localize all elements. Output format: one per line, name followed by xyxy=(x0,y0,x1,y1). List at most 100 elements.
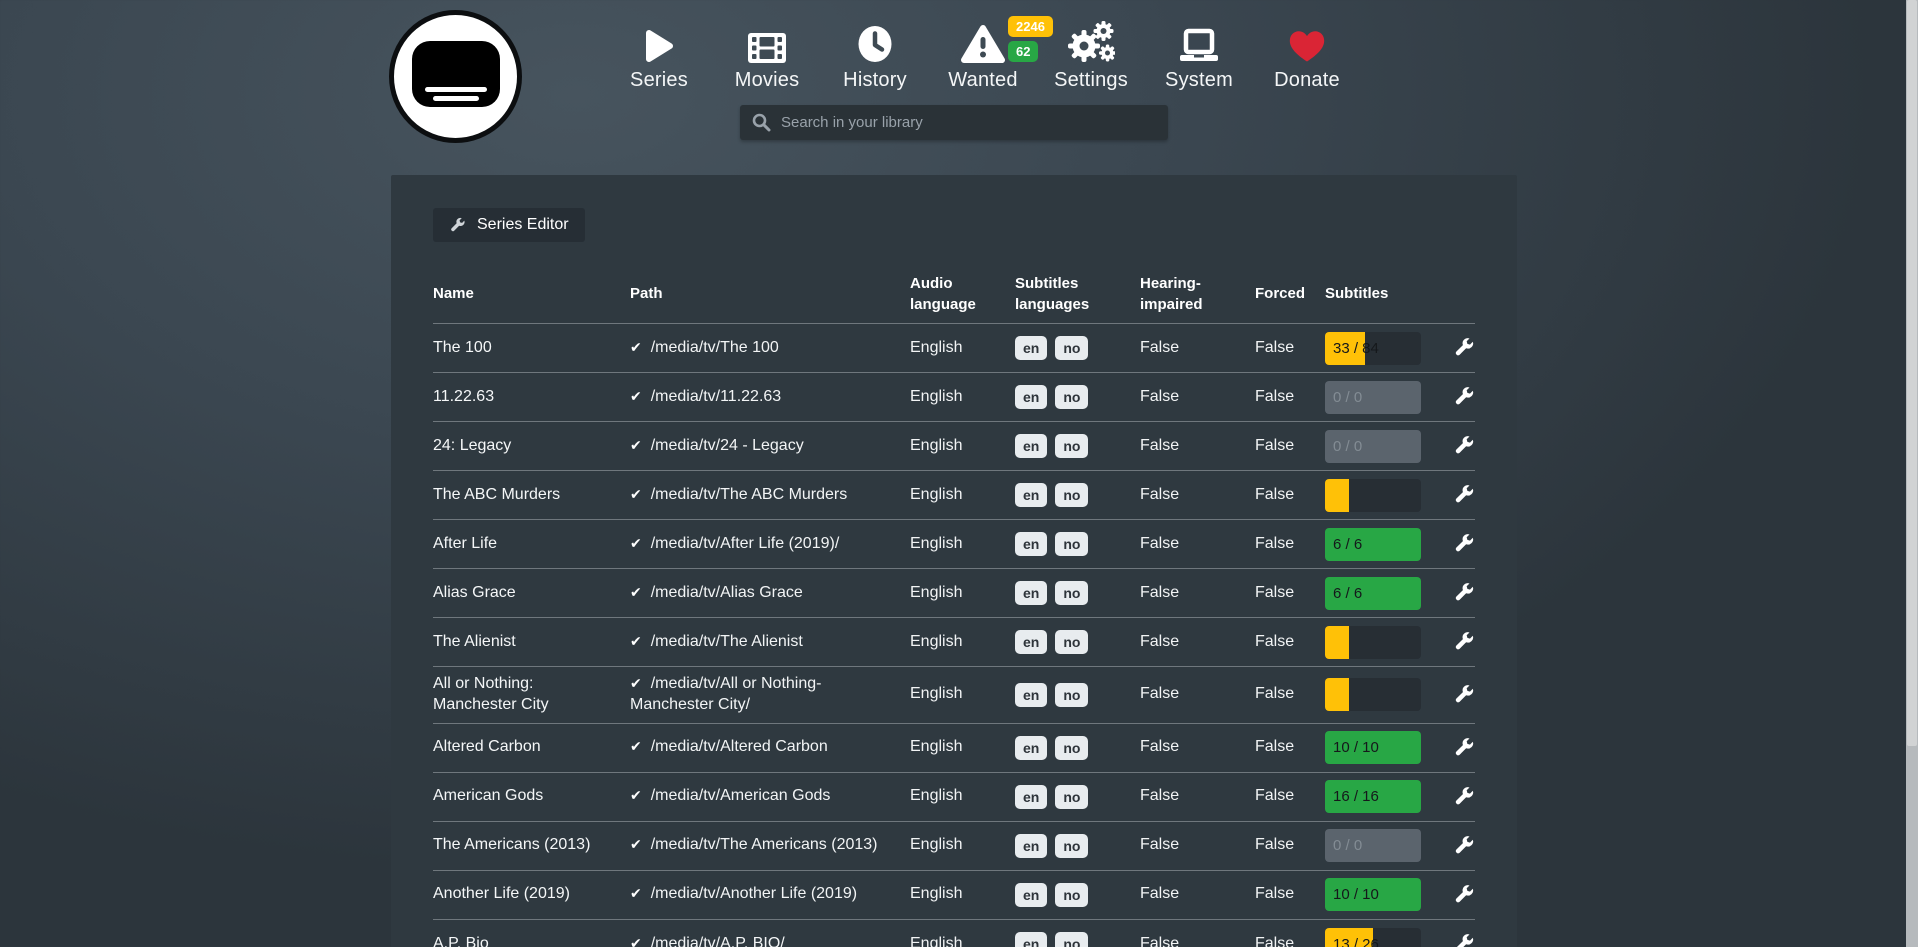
series-table: Name Path Audio language Subtitles langu… xyxy=(433,266,1475,947)
forced-value: False xyxy=(1255,429,1325,464)
row-wrench-button[interactable] xyxy=(1453,435,1475,457)
hearing-impaired-value: False xyxy=(1140,380,1255,415)
forced-value: False xyxy=(1255,927,1325,947)
progress-label: 13 / 26 xyxy=(1333,928,1421,947)
wrench-icon xyxy=(1453,533,1475,555)
series-name[interactable]: The ABC Murders xyxy=(433,478,630,513)
row-wrench-button[interactable] xyxy=(1453,737,1475,759)
hearing-impaired-value: False xyxy=(1140,429,1255,464)
hearing-impaired-value: False xyxy=(1140,478,1255,513)
series-name[interactable]: A.P. Bio xyxy=(433,927,630,947)
audio-language: English xyxy=(910,779,1015,814)
row-wrench-button[interactable] xyxy=(1453,835,1475,857)
audio-language: English xyxy=(910,677,1015,712)
series-name[interactable]: All or Nothing: Manchester City xyxy=(433,667,630,723)
check-icon: ✔ xyxy=(630,885,642,901)
check-icon: ✔ xyxy=(630,339,642,355)
subtitle-languages: enno xyxy=(1015,827,1140,865)
subtitle-languages: enno xyxy=(1015,925,1140,947)
row-wrench-button[interactable] xyxy=(1453,533,1475,555)
wrench-icon xyxy=(449,217,466,234)
laptop-icon xyxy=(1150,16,1248,64)
series-editor-button[interactable]: Series Editor xyxy=(433,208,585,242)
subtitle-language-badge: no xyxy=(1055,785,1088,809)
hearing-impaired-value: False xyxy=(1140,927,1255,947)
table-row: The Alienist ✔/media/tv/The Alienist Eng… xyxy=(433,618,1475,667)
table-row: 11.22.63 ✔/media/tv/11.22.63 English enn… xyxy=(433,373,1475,422)
series-name[interactable]: The 100 xyxy=(433,331,630,366)
column-header-path: Path xyxy=(630,284,910,304)
series-name[interactable]: American Gods xyxy=(433,779,630,814)
check-icon: ✔ xyxy=(630,535,642,551)
check-icon: ✔ xyxy=(630,388,642,404)
subtitles-progress-bar: 13 / 26 xyxy=(1325,928,1421,947)
hearing-impaired-value: False xyxy=(1140,576,1255,611)
subtitle-languages: enno xyxy=(1015,876,1140,914)
subtitles-progress-bar xyxy=(1325,678,1421,711)
row-wrench-button[interactable] xyxy=(1453,484,1475,506)
series-name[interactable]: After Life xyxy=(433,527,630,562)
audio-language: English xyxy=(910,478,1015,513)
series-name[interactable]: Another Life (2019) xyxy=(433,877,630,912)
subtitle-language-badge: no xyxy=(1055,581,1088,605)
wrench-icon xyxy=(1453,337,1475,359)
wrench-icon xyxy=(1453,386,1475,408)
series-name[interactable]: 24: Legacy xyxy=(433,429,630,464)
nav-item-system[interactable]: System xyxy=(1150,16,1248,92)
forced-value: False xyxy=(1255,576,1325,611)
check-icon: ✔ xyxy=(630,584,642,600)
series-name[interactable]: Altered Carbon xyxy=(433,730,630,765)
nav-item-movies[interactable]: Movies xyxy=(718,16,816,92)
forced-value: False xyxy=(1255,478,1325,513)
wanted-count-badge: 62 xyxy=(1008,41,1038,62)
row-wrench-button[interactable] xyxy=(1453,631,1475,653)
row-wrench-button[interactable] xyxy=(1453,933,1475,947)
subtitles-progress-bar: 10 / 10 xyxy=(1325,731,1421,764)
series-path: ✔/media/tv/Altered Carbon xyxy=(630,730,910,765)
subtitle-language-badge: no xyxy=(1055,385,1088,409)
nav-item-donate[interactable]: Donate xyxy=(1258,16,1356,92)
subtitles-progress-bar: 6 / 6 xyxy=(1325,528,1421,561)
series-name[interactable]: 11.22.63 xyxy=(433,380,630,415)
progress-label: 33 / 84 xyxy=(1333,332,1421,365)
search-input[interactable] xyxy=(781,114,1156,131)
series-name[interactable]: The Alienist xyxy=(433,625,630,660)
bazarr-logo[interactable] xyxy=(389,10,522,143)
subtitle-languages: enno xyxy=(1015,574,1140,612)
series-path: ✔/media/tv/American Gods xyxy=(630,779,910,814)
scrollbar-thumb[interactable] xyxy=(1907,0,1917,746)
nav-item-history[interactable]: History xyxy=(826,16,924,92)
hearing-impaired-value: False xyxy=(1140,877,1255,912)
wrench-icon xyxy=(1453,684,1475,706)
subtitle-languages: enno xyxy=(1015,476,1140,514)
row-wrench-button[interactable] xyxy=(1453,684,1475,706)
row-wrench-button[interactable] xyxy=(1453,884,1475,906)
nav-item-settings[interactable]: Settings xyxy=(1042,16,1140,92)
subtitle-language-badge: en xyxy=(1015,834,1047,858)
series-name[interactable]: Alias Grace xyxy=(433,576,630,611)
column-header-forced: Forced xyxy=(1255,284,1325,304)
check-icon: ✔ xyxy=(630,486,642,502)
forced-value: False xyxy=(1255,527,1325,562)
series-table-header: Name Path Audio language Subtitles langu… xyxy=(433,266,1475,324)
row-wrench-button[interactable] xyxy=(1453,386,1475,408)
series-path: ✔/media/tv/The Alienist xyxy=(630,625,910,660)
table-row: The ABC Murders ✔/media/tv/The ABC Murde… xyxy=(433,471,1475,520)
forced-value: False xyxy=(1255,331,1325,366)
row-wrench-button[interactable] xyxy=(1453,582,1475,604)
nav-item-series[interactable]: Series xyxy=(610,16,708,92)
series-name[interactable]: The Americans (2013) xyxy=(433,828,630,863)
subtitle-language-badge: en xyxy=(1015,736,1047,760)
nav-item-wanted[interactable]: 2246 62 Wanted xyxy=(934,16,1032,92)
table-row: Another Life (2019) ✔/media/tv/Another L… xyxy=(433,871,1475,920)
subtitle-languages: enno xyxy=(1015,329,1140,367)
table-row: After Life ✔/media/tv/After Life (2019)/… xyxy=(433,520,1475,569)
progress-label: 10 / 10 xyxy=(1333,731,1421,764)
wrench-icon xyxy=(1453,884,1475,906)
row-wrench-button[interactable] xyxy=(1453,786,1475,808)
nav-label: History xyxy=(826,69,924,92)
column-header-hearing-impaired: Hearing-impaired xyxy=(1140,274,1255,315)
forced-value: False xyxy=(1255,779,1325,814)
subtitle-language-badge: no xyxy=(1055,883,1088,907)
row-wrench-button[interactable] xyxy=(1453,337,1475,359)
